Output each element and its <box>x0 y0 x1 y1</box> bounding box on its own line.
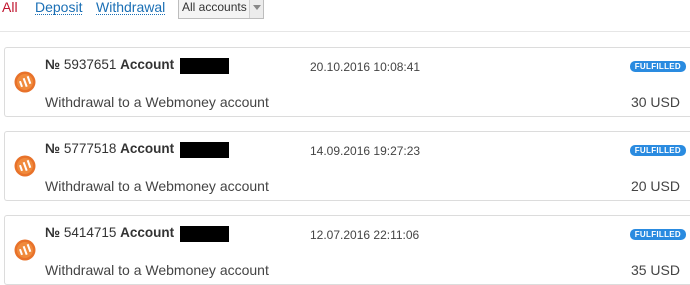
webmoney-logo-icon <box>14 155 36 177</box>
filter-withdrawal-link[interactable]: Withdrawal <box>96 0 166 15</box>
account-select-value: All accounts <box>182 0 247 14</box>
transaction-number: 5414715 <box>63 225 117 240</box>
transaction-datetime: 20.10.2016 10:08:41 <box>310 60 421 74</box>
transaction-card[interactable]: № 5777518 Account 14.09.2016 19:27:23 FU… <box>4 131 690 201</box>
redacted-account-number <box>180 226 229 242</box>
transaction-description: Withdrawal to a Webmoney account <box>45 94 269 110</box>
status-badge: FULFILLED <box>629 145 686 156</box>
account-label: Account <box>120 225 175 240</box>
transaction-description: Withdrawal to a Webmoney account <box>45 262 269 278</box>
status-badge: FULFILLED <box>629 229 686 240</box>
webmoney-logo-icon <box>14 239 36 261</box>
transaction-title: № 5777518 Account <box>45 141 174 157</box>
account-select[interactable]: All accounts <box>178 0 264 19</box>
filter-deposit-link[interactable]: Deposit <box>35 0 83 15</box>
status-badge: FULFILLED <box>629 61 686 72</box>
webmoney-logo-icon <box>14 71 36 93</box>
redacted-account-number <box>180 142 229 158</box>
account-label: Account <box>120 141 175 156</box>
transaction-number-prefix: № <box>45 225 61 240</box>
transaction-card[interactable]: № 5414715 Account 12.07.2016 22:11:06 FU… <box>4 215 690 285</box>
transaction-filter-bar: All Deposit Withdrawal All accounts <box>0 0 690 32</box>
transaction-number-prefix: № <box>45 57 61 72</box>
chevron-down-icon[interactable] <box>249 0 263 18</box>
account-label: Account <box>120 57 175 72</box>
transaction-amount: 30 USD <box>630 94 680 110</box>
transaction-title: № 5937651 Account <box>45 57 174 73</box>
transaction-datetime: 14.09.2016 19:27:23 <box>310 144 421 158</box>
redacted-account-number <box>180 58 229 74</box>
transaction-amount: 35 USD <box>630 262 680 278</box>
transaction-number: 5777518 <box>63 141 117 156</box>
transaction-description: Withdrawal to a Webmoney account <box>45 178 269 194</box>
filter-all-link[interactable]: All <box>2 0 18 14</box>
transaction-number-prefix: № <box>45 141 61 156</box>
transaction-card[interactable]: № 5937651 Account 20.10.2016 10:08:41 FU… <box>4 47 690 117</box>
transaction-title: № 5414715 Account <box>45 225 174 241</box>
transaction-number: 5937651 <box>63 57 117 72</box>
transaction-amount: 20 USD <box>630 178 680 194</box>
transaction-datetime: 12.07.2016 22:11:06 <box>310 228 420 242</box>
